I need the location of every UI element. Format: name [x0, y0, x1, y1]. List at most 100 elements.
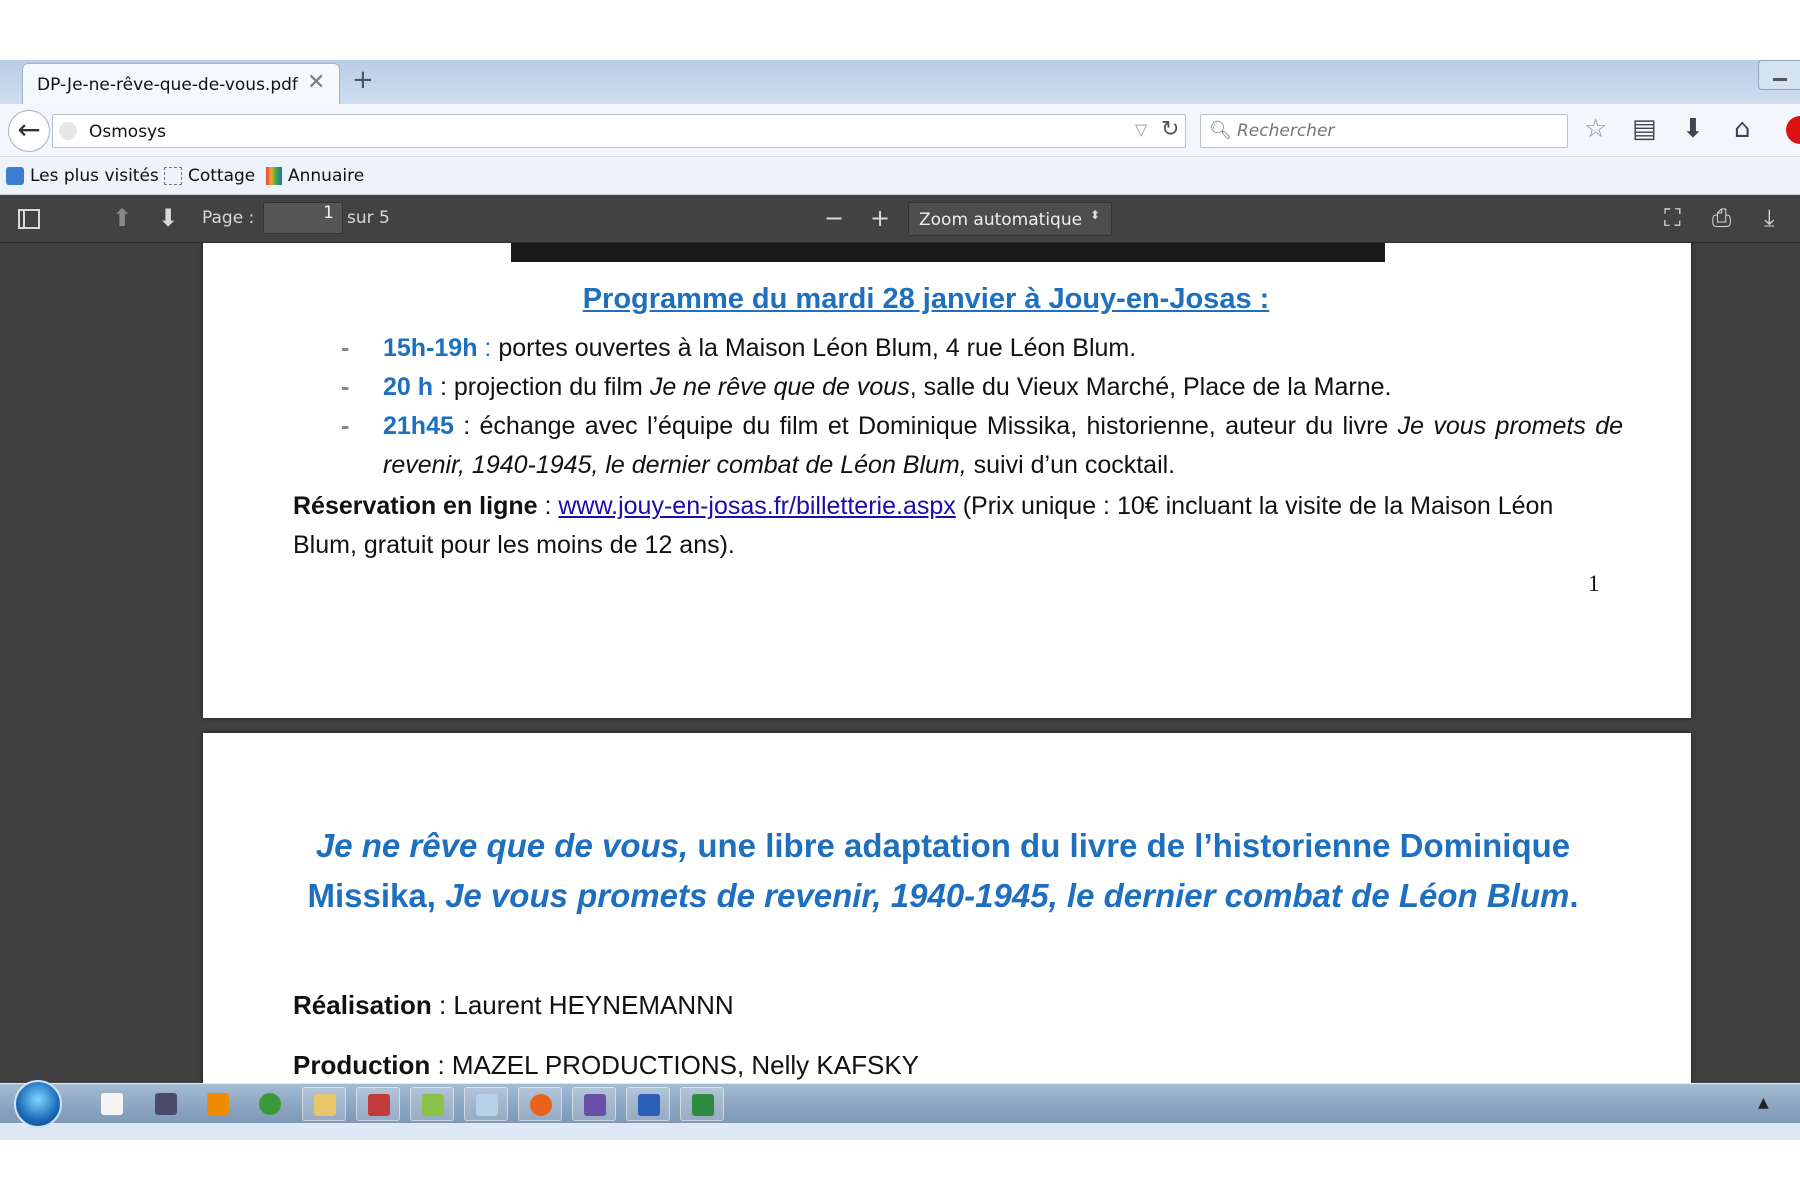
search-input[interactable]: [1237, 115, 1557, 147]
pdf-page-2: Je ne rêve que de vous, une libre adapta…: [203, 733, 1691, 1083]
triangle-app-icon: [259, 1093, 281, 1115]
shield-app-icon: [584, 1094, 606, 1116]
program-sep: :: [477, 334, 499, 362]
program-item: - 21h45 : échange avec l’équipe du film …: [341, 407, 1623, 485]
tab-title: DP-Je-ne-rêve-que-de-vous.pdf: [37, 75, 298, 95]
vlc-icon: [207, 1093, 229, 1115]
taskbar-button[interactable]: [90, 1087, 134, 1121]
zoom-out-minus-icon[interactable]: −: [824, 205, 844, 231]
adblock-addon-icon[interactable]: [1786, 116, 1800, 144]
bookmarks-bar: Les plus visités Cottage Annuaire: [0, 157, 1800, 195]
program-text: projection du film: [453, 373, 650, 401]
bullet-dash: -: [341, 334, 350, 362]
credit-value: : MAZEL PRODUCTIONS, Nelly KAFSKY: [430, 1050, 920, 1080]
taskbar-button[interactable]: [196, 1087, 240, 1121]
bookmark-annuaire[interactable]: Annuaire: [266, 165, 364, 187]
credit-realisation: Réalisation : Laurent HEYNEMANNN: [293, 990, 734, 1021]
desktop-screen: DP-Je-ne-rêve-que-de-vous.pdf ✕ + ← Osmo…: [0, 60, 1800, 1140]
program-item: - 15h-19h : portes ouvertes à la Maison …: [341, 329, 1623, 368]
program-time: 15h-19h: [383, 334, 478, 362]
print-icon[interactable]: ⎙: [1712, 205, 1731, 231]
zoom-in-plus-icon[interactable]: +: [870, 205, 890, 231]
blank-document-icon: [101, 1093, 123, 1115]
reservation-label: Réservation en ligne: [293, 492, 538, 520]
tab-active[interactable]: DP-Je-ne-rêve-que-de-vous.pdf ✕: [22, 63, 340, 104]
taskbar-button[interactable]: [302, 1087, 346, 1121]
next-page-arrow-icon[interactable]: ⬇: [158, 205, 178, 231]
select-arrows-icon: ⬍: [1090, 208, 1101, 222]
tab-close-icon[interactable]: ✕: [307, 70, 325, 95]
zoom-select[interactable]: Zoom automatique: [908, 202, 1112, 236]
pdf-page-1: Programme du mardi 28 janvier à Jouy-en-…: [203, 243, 1691, 718]
download-arrow-icon[interactable]: ⬇: [1682, 114, 1704, 144]
taskbar-button[interactable]: [144, 1087, 188, 1121]
page-number-input[interactable]: 1: [263, 202, 343, 234]
program-sep: :: [433, 373, 454, 401]
navigation-bar: ← Osmosys ▽ ↻ 🔍︎ ☆ ▤ ⬇ ⌂: [0, 104, 1800, 157]
taskbar-button[interactable]: [572, 1087, 616, 1121]
taskbar-button[interactable]: [356, 1087, 400, 1121]
program-time: 20 h: [383, 373, 434, 401]
calc-icon: [692, 1094, 714, 1116]
credit-label: Production: [293, 1050, 431, 1080]
photo-bottom-edge: [511, 243, 1385, 262]
reading-list-icon[interactable]: ▤: [1632, 114, 1657, 144]
zoom-value: Zoom automatique: [919, 210, 1083, 230]
pdf-viewer[interactable]: Programme du mardi 28 janvier à Jouy-en-…: [0, 243, 1800, 1083]
paper-icon: [476, 1094, 498, 1116]
bookmark-label: Les plus visités: [30, 166, 159, 186]
bookmark-most-visited[interactable]: Les plus visités: [6, 165, 159, 187]
taskbar-button[interactable]: [248, 1087, 292, 1121]
credit-production: Production : MAZEL PRODUCTIONS, Nelly KA…: [293, 1050, 919, 1081]
reservation-sep: :: [537, 492, 559, 520]
program-text: portes ouvertes à la Maison Léon Blum, 4…: [498, 334, 1137, 362]
tray-expand-icon[interactable]: ▲: [1758, 1095, 1769, 1111]
taskbar-button[interactable]: [410, 1087, 454, 1121]
spreadsheet-tool-icon: [422, 1094, 444, 1116]
credit-label: Réalisation: [293, 990, 432, 1020]
reservation-link[interactable]: www.jouy-en-josas.fr/billetterie.aspx: [558, 492, 955, 520]
program-text: suivi d’un cocktail.: [966, 451, 1176, 479]
bullet-dash: -: [341, 412, 350, 440]
bookmark-cottage[interactable]: Cottage: [164, 165, 255, 187]
page-label: Page :: [202, 208, 255, 228]
reload-icon[interactable]: ↻: [1161, 117, 1179, 142]
media-app-icon: [155, 1093, 177, 1115]
search-icon[interactable]: 🔍︎: [1209, 120, 1232, 141]
bookmark-star-icon[interactable]: ☆: [1584, 114, 1607, 144]
program-text: , salle du Vieux Marché, Place de la Mar…: [909, 373, 1392, 401]
page-total: sur 5: [347, 208, 390, 228]
credit-value: : Laurent HEYNEMANNN: [431, 990, 734, 1020]
url-text[interactable]: Osmosys: [89, 122, 166, 142]
pdf-toolbar: ⬆ ⬇ Page : 1 sur 5 − + Zoom automatique …: [0, 195, 1800, 243]
save-download-icon[interactable]: ⤓: [1764, 205, 1775, 231]
taskbar-button[interactable]: [626, 1087, 670, 1121]
home-icon[interactable]: ⌂: [1734, 114, 1751, 144]
taskbar-button[interactable]: [680, 1087, 724, 1121]
start-button-icon[interactable]: [14, 1080, 62, 1128]
bookmark-label: Annuaire: [288, 166, 365, 186]
book-title: Je vous promets de revenir, 1940-1945, l…: [445, 877, 1570, 914]
paint-icon: [368, 1094, 390, 1116]
program-text: échange avec l’équipe du film et Dominiq…: [479, 412, 1398, 440]
heading-end: .: [1569, 877, 1579, 914]
taskbar-button[interactable]: [518, 1087, 562, 1121]
minimize-window-button[interactable]: [1758, 60, 1800, 90]
taskbar-button[interactable]: [464, 1087, 508, 1121]
site-identity-icon[interactable]: [59, 122, 77, 140]
search-bar[interactable]: 🔍︎: [1200, 114, 1568, 148]
reservation-paragraph: Réservation en ligne : www.jouy-en-josas…: [293, 487, 1605, 565]
film-title: Je ne rêve que de vous,: [315, 827, 689, 864]
firefox-icon: [530, 1094, 552, 1116]
previous-page-arrow-icon[interactable]: ⬆: [112, 205, 132, 231]
new-tab-plus-icon[interactable]: +: [352, 65, 374, 95]
back-arrow-icon[interactable]: ←: [8, 110, 50, 152]
windows-taskbar: ▲: [0, 1080, 1800, 1128]
program-time: 21h45: [383, 412, 454, 440]
history-dropdown-icon[interactable]: ▽: [1135, 120, 1147, 139]
tab-strip: DP-Je-ne-rêve-que-de-vous.pdf ✕ +: [0, 60, 1800, 104]
program-title: Programme du mardi 28 janvier à Jouy-en-…: [582, 283, 1270, 315]
sidebar-toggle-icon[interactable]: [18, 209, 40, 229]
url-bar[interactable]: Osmosys ▽ ↻: [52, 114, 1186, 148]
presentation-mode-icon[interactable]: ⛶: [1664, 205, 1681, 231]
